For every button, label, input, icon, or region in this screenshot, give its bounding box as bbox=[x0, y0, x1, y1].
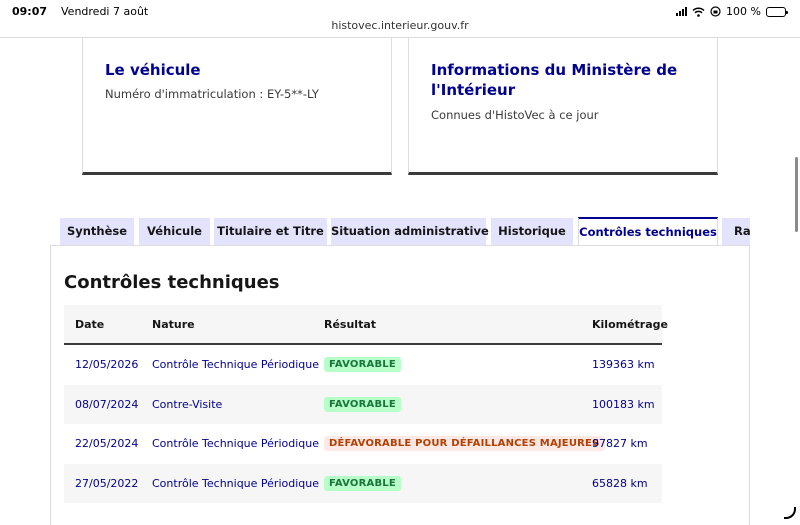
header-date: Date bbox=[75, 317, 105, 331]
table-row: 22/05/2024 Contrôle Technique Périodique… bbox=[64, 424, 662, 464]
row-result: DÉFAVORABLE POUR DÉFAILLANCES MAJEURES bbox=[324, 424, 605, 464]
tab-controles-techniques[interactable]: Contrôles techniques bbox=[578, 217, 718, 245]
tab-rapport[interactable]: Rap bbox=[722, 218, 750, 245]
panel-title: Contrôles techniques bbox=[64, 272, 280, 293]
row-nature: Contre-Visite bbox=[152, 397, 223, 411]
tab-titulaire-titre[interactable]: Titulaire et Titre bbox=[214, 218, 327, 245]
header-nature: Nature bbox=[152, 317, 195, 331]
tab-list: Synthèse Véhicule Titulaire et Titre Sit… bbox=[50, 217, 750, 245]
row-nature: Contrôle Technique Périodique bbox=[152, 476, 319, 490]
table-header: Date Nature Résultat Kilométrage bbox=[64, 305, 668, 345]
row-result: FAVORABLE bbox=[324, 464, 401, 504]
vehicle-card-description: Numéro d'immatriculation : EY-5**-LY bbox=[105, 87, 319, 101]
battery-percent: 100 % bbox=[726, 5, 761, 18]
screen-lock-icon bbox=[710, 6, 721, 17]
row-result: FAVORABLE bbox=[324, 345, 401, 385]
scrollbar-thumb[interactable] bbox=[795, 157, 798, 232]
status-indicators: 100 % bbox=[676, 5, 788, 18]
row-mileage: 100183 km bbox=[592, 397, 655, 411]
row-mileage: 97827 km bbox=[592, 437, 648, 451]
table-row: 12/05/2026 Contrôle Technique Périodique… bbox=[64, 345, 662, 385]
row-date: 27/05/2022 bbox=[75, 476, 139, 490]
status-badge: FAVORABLE bbox=[324, 475, 401, 491]
ministry-card-description: Connues d'HistoVec à ce jour bbox=[431, 108, 599, 122]
header-result: Résultat bbox=[324, 317, 377, 331]
clock: 09:07 bbox=[12, 5, 48, 18]
tab-synthese[interactable]: Synthèse bbox=[60, 218, 134, 245]
row-mileage: 139363 km bbox=[592, 358, 655, 372]
table-row: 08/07/2024 Contre-Visite FAVORABLE 10018… bbox=[64, 384, 662, 425]
resize-corner-icon bbox=[784, 507, 796, 519]
url-bar[interactable]: histovec.interieur.gouv.fr bbox=[0, 19, 800, 32]
signal-icon bbox=[676, 7, 688, 16]
battery-icon bbox=[766, 6, 788, 17]
vehicle-card[interactable]: Le véhicule Numéro d'immatriculation : E… bbox=[82, 38, 392, 175]
ministry-card[interactable]: Informations du Ministère de l'Intérieur… bbox=[408, 38, 718, 175]
tab-historique[interactable]: Historique bbox=[491, 218, 573, 245]
header-mileage: Kilométrage bbox=[592, 317, 668, 331]
tab-panel: Contrôles techniques Date Nature Résulta… bbox=[50, 245, 750, 525]
row-date: 12/05/2026 bbox=[75, 358, 139, 372]
vehicle-card-title: Le véhicule bbox=[105, 61, 201, 79]
status-badge: FAVORABLE bbox=[324, 396, 401, 412]
status-badge: DÉFAVORABLE POUR DÉFAILLANCES MAJEURES bbox=[324, 436, 605, 452]
row-date: 22/05/2024 bbox=[75, 437, 139, 451]
ministry-card-title-line1: Informations du Ministère de bbox=[431, 61, 678, 79]
wifi-icon bbox=[692, 7, 705, 17]
row-result: FAVORABLE bbox=[324, 385, 401, 425]
inspections-table: Date Nature Résultat Kilométrage 12/05/2… bbox=[64, 305, 668, 504]
date: Vendredi 7 août bbox=[61, 5, 149, 18]
row-nature: Contrôle Technique Périodique bbox=[152, 437, 319, 451]
status-badge: FAVORABLE bbox=[324, 357, 401, 373]
row-date: 08/07/2024 bbox=[75, 397, 139, 411]
ministry-card-title-line2: l'Intérieur bbox=[431, 81, 516, 99]
row-mileage: 65828 km bbox=[592, 476, 648, 490]
tab-vehicule[interactable]: Véhicule bbox=[139, 218, 210, 245]
ministry-card-title: Informations du Ministère de l'Intérieur bbox=[431, 60, 695, 100]
row-nature: Contrôle Technique Périodique bbox=[152, 358, 319, 372]
tab-situation-administrative[interactable]: Situation administrative bbox=[331, 218, 489, 245]
table-row: 27/05/2022 Contrôle Technique Périodique… bbox=[64, 463, 662, 504]
